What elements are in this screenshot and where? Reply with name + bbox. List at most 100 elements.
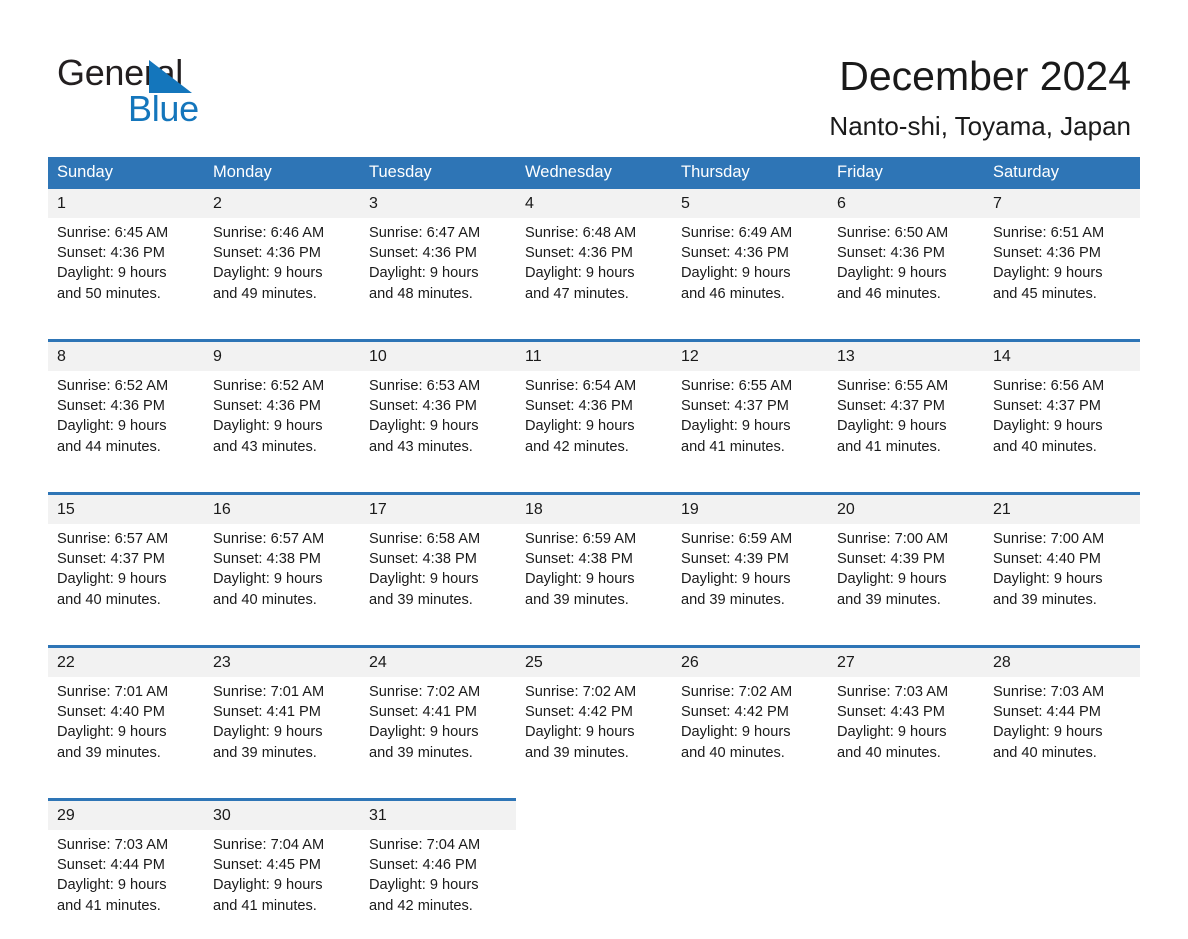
day-sunset-line: Sunset: 4:44 PM: [57, 857, 165, 874]
day-daylight-line: Daylight: 9 hours: [369, 877, 479, 894]
day-daylight-line: and 41 minutes.: [837, 438, 941, 455]
day-daylight-line: and 40 minutes.: [993, 744, 1097, 761]
day-detail[interactable]: Sunrise: 6:56 AM Sunset: 4:37 PM Daylight:…: [984, 371, 1140, 480]
day-number[interactable]: 23: [204, 645, 360, 677]
page-header: General Blue December 2024 Nanto-shi, To…: [0, 0, 1188, 155]
day-detail[interactable]: Sunrise: 6:49 AM Sunset: 4:36 PM Daylight:…: [672, 218, 828, 327]
day-number[interactable]: 9: [204, 339, 360, 371]
day-sunset-line: Sunset: 4:37 PM: [57, 551, 165, 568]
day-daylight-line: and 39 minutes.: [993, 591, 1097, 608]
day-number[interactable]: 24: [360, 645, 516, 677]
day-daylight-line: Daylight: 9 hours: [369, 265, 479, 282]
day-sunrise-line: Sunrise: 6:55 AM: [837, 378, 949, 394]
day-daylight-line: Daylight: 9 hours: [993, 724, 1103, 741]
day-sunrise-line: Sunrise: 7:02 AM: [369, 684, 481, 700]
day-number[interactable]: 13: [828, 339, 984, 371]
day-detail[interactable]: Sunrise: 7:02 AM Sunset: 4:42 PM Daylight:…: [672, 677, 828, 786]
day-detail[interactable]: Sunrise: 6:47 AM Sunset: 4:36 PM Daylight:…: [360, 218, 516, 327]
day-sunrise-line: Sunrise: 6:52 AM: [213, 378, 325, 394]
day-detail[interactable]: Sunrise: 6:54 AM Sunset: 4:36 PM Daylight:…: [516, 371, 672, 480]
day-number[interactable]: 20: [828, 492, 984, 524]
day-daylight-line: Daylight: 9 hours: [369, 418, 479, 435]
day-number[interactable]: 19: [672, 492, 828, 524]
day-daylight-line: Daylight: 9 hours: [681, 724, 791, 741]
day-number[interactable]: 12: [672, 339, 828, 371]
day-detail[interactable]: Sunrise: 6:57 AM Sunset: 4:38 PM Daylight:…: [204, 524, 360, 633]
day-number[interactable]: 22: [48, 645, 204, 677]
day-sunset-line: Sunset: 4:41 PM: [369, 704, 477, 721]
day-detail[interactable]: Sunrise: 7:01 AM Sunset: 4:41 PM Daylight:…: [204, 677, 360, 786]
day-number[interactable]: 14: [984, 339, 1140, 371]
day-daylight-line: Daylight: 9 hours: [837, 265, 947, 282]
day-number[interactable]: 2: [204, 189, 360, 218]
day-detail[interactable]: Sunrise: 7:04 AM Sunset: 4:45 PM Daylight:…: [204, 830, 360, 939]
day-number[interactable]: 31: [360, 798, 516, 830]
day-number[interactable]: 17: [360, 492, 516, 524]
day-number[interactable]: 10: [360, 339, 516, 371]
day-number[interactable]: 16: [204, 492, 360, 524]
day-detail[interactable]: Sunrise: 6:55 AM Sunset: 4:37 PM Daylight:…: [672, 371, 828, 480]
day-sunrise-line: Sunrise: 7:00 AM: [993, 531, 1105, 547]
general-blue-logo[interactable]: General Blue: [57, 52, 357, 132]
day-detail[interactable]: Sunrise: 7:03 AM Sunset: 4:44 PM Daylight:…: [48, 830, 204, 939]
day-sunrise-line: Sunrise: 6:55 AM: [681, 378, 793, 394]
day-sunset-line: Sunset: 4:40 PM: [993, 551, 1101, 568]
day-number[interactable]: 1: [48, 189, 204, 218]
day-number[interactable]: 6: [828, 189, 984, 218]
day-sunrise-line: Sunrise: 7:02 AM: [525, 684, 637, 700]
day-daylight-line: and 42 minutes.: [525, 438, 629, 455]
day-number[interactable]: 4: [516, 189, 672, 218]
day-daylight-line: and 41 minutes.: [213, 897, 317, 914]
day-sunset-line: Sunset: 4:41 PM: [213, 704, 321, 721]
day-detail[interactable]: Sunrise: 6:52 AM Sunset: 4:36 PM Daylight:…: [48, 371, 204, 480]
day-detail[interactable]: Sunrise: 6:59 AM Sunset: 4:38 PM Daylight:…: [516, 524, 672, 633]
day-number[interactable]: 30: [204, 798, 360, 830]
day-detail[interactable]: Sunrise: 7:04 AM Sunset: 4:46 PM Daylight:…: [360, 830, 516, 939]
day-detail[interactable]: Sunrise: 6:50 AM Sunset: 4:36 PM Daylight:…: [828, 218, 984, 327]
day-detail[interactable]: Sunrise: 6:59 AM Sunset: 4:39 PM Daylight:…: [672, 524, 828, 633]
day-number[interactable]: 27: [828, 645, 984, 677]
day-number[interactable]: 28: [984, 645, 1140, 677]
day-daylight-line: and 39 minutes.: [369, 591, 473, 608]
day-detail[interactable]: Sunrise: 6:57 AM Sunset: 4:37 PM Daylight:…: [48, 524, 204, 633]
day-detail[interactable]: Sunrise: 7:02 AM Sunset: 4:41 PM Daylight:…: [360, 677, 516, 786]
day-sunset-line: Sunset: 4:36 PM: [525, 245, 633, 262]
day-daylight-line: Daylight: 9 hours: [213, 877, 323, 894]
day-sunrise-line: Sunrise: 6:54 AM: [525, 378, 637, 394]
day-number[interactable]: 7: [984, 189, 1140, 218]
day-detail[interactable]: Sunrise: 6:46 AM Sunset: 4:36 PM Daylight:…: [204, 218, 360, 327]
day-daylight-line: and 41 minutes.: [57, 897, 161, 914]
day-detail[interactable]: Sunrise: 7:03 AM Sunset: 4:43 PM Daylight:…: [828, 677, 984, 786]
day-detail[interactable]: Sunrise: 7:02 AM Sunset: 4:42 PM Daylight:…: [516, 677, 672, 786]
day-detail[interactable]: Sunrise: 6:58 AM Sunset: 4:38 PM Daylight:…: [360, 524, 516, 633]
day-detail[interactable]: Sunrise: 6:48 AM Sunset: 4:36 PM Daylight:…: [516, 218, 672, 327]
day-sunrise-line: Sunrise: 7:04 AM: [369, 837, 481, 853]
day-detail[interactable]: Sunrise: 6:53 AM Sunset: 4:36 PM Daylight:…: [360, 371, 516, 480]
day-number[interactable]: 18: [516, 492, 672, 524]
day-number[interactable]: 21: [984, 492, 1140, 524]
day-detail[interactable]: Sunrise: 6:55 AM Sunset: 4:37 PM Daylight:…: [828, 371, 984, 480]
calendar-page: General Blue December 2024 Nanto-shi, To…: [0, 0, 1188, 939]
day-detail[interactable]: Sunrise: 6:45 AM Sunset: 4:36 PM Daylight:…: [48, 218, 204, 327]
day-number[interactable]: 25: [516, 645, 672, 677]
day-detail[interactable]: Sunrise: 7:01 AM Sunset: 4:40 PM Daylight:…: [48, 677, 204, 786]
day-number[interactable]: 26: [672, 645, 828, 677]
day-detail[interactable]: Sunrise: 7:03 AM Sunset: 4:44 PM Daylight:…: [984, 677, 1140, 786]
day-detail[interactable]: Sunrise: 7:00 AM Sunset: 4:40 PM Daylight:…: [984, 524, 1140, 633]
day-number[interactable]: 29: [48, 798, 204, 830]
day-number[interactable]: 8: [48, 339, 204, 371]
week-detail-row: Sunrise: 6:45 AM Sunset: 4:36 PM Daylight:…: [48, 218, 1140, 327]
day-detail[interactable]: Sunrise: 6:51 AM Sunset: 4:36 PM Daylight:…: [984, 218, 1140, 327]
day-number[interactable]: 5: [672, 189, 828, 218]
day-number[interactable]: 11: [516, 339, 672, 371]
day-detail[interactable]: Sunrise: 7:00 AM Sunset: 4:39 PM Daylight:…: [828, 524, 984, 633]
day-detail[interactable]: Sunrise: 6:52 AM Sunset: 4:36 PM Daylight:…: [204, 371, 360, 480]
calendar-body: 1 2 3 4 5 6 7 Sunrise: 6:45 AM Sunset: 4:36 PM Da…: [48, 189, 1140, 939]
day-number[interactable]: 15: [48, 492, 204, 524]
day-sunrise-line: Sunrise: 6:57 AM: [57, 531, 169, 547]
day-sunset-line: Sunset: 4:40 PM: [57, 704, 165, 721]
day-cell-empty: [672, 798, 828, 830]
weekday-header-monday: Monday: [204, 157, 360, 189]
day-daylight-line: and 40 minutes.: [837, 744, 941, 761]
day-number[interactable]: 3: [360, 189, 516, 218]
